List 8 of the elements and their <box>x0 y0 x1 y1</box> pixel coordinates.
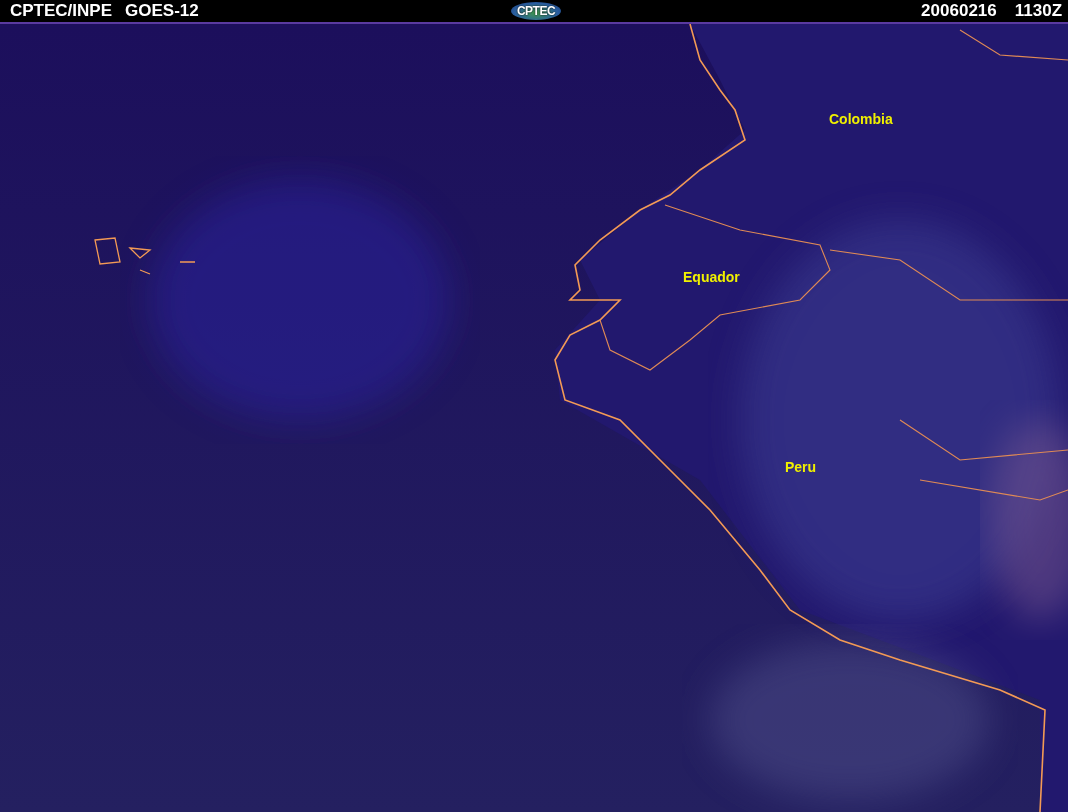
country-label: Peru <box>785 459 817 475</box>
country-label: Equador <box>683 269 740 285</box>
country-label: Colombia <box>829 111 893 127</box>
date-label: 20060216 <box>921 1 997 21</box>
time-label: 1130Z <box>1014 1 1062 21</box>
satellite-label: GOES-12 <box>125 1 199 21</box>
logo: CPTEC <box>510 2 562 20</box>
agency-label: CPTEC/INPE <box>10 1 113 21</box>
